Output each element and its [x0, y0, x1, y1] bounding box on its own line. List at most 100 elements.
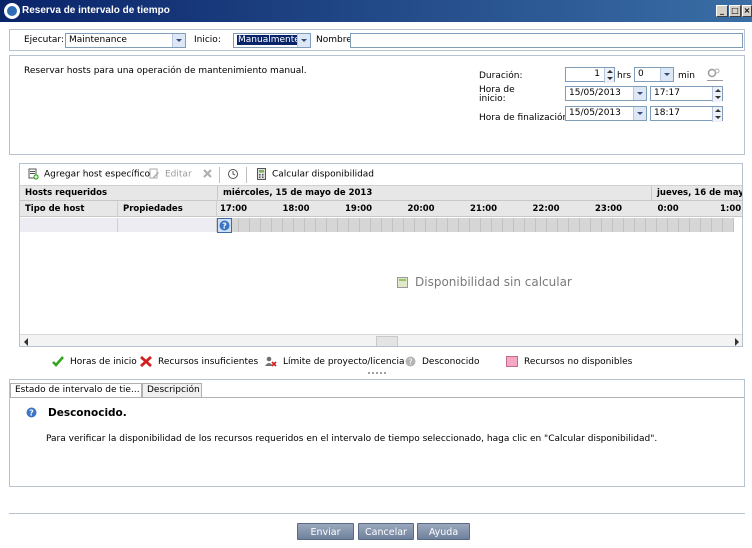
end-time-input[interactable]: 18:17: [650, 106, 723, 122]
time-slot[interactable]: [657, 218, 668, 232]
time-slot[interactable]: [514, 218, 525, 232]
chevron-down-icon[interactable]: [633, 87, 646, 100]
time-slot[interactable]: [547, 218, 558, 232]
chevron-down-icon[interactable]: [660, 68, 673, 81]
host-type-cell[interactable]: [20, 218, 118, 232]
splitter-handle[interactable]: [368, 372, 386, 374]
time-slot[interactable]: [624, 218, 635, 232]
time-slot[interactable]: [239, 218, 250, 232]
hour-header: 18:00: [279, 201, 342, 217]
start-time-input[interactable]: 17:17: [650, 86, 723, 102]
duration-hours-input[interactable]: 1: [565, 67, 615, 83]
time-slot[interactable]: [679, 218, 690, 232]
minimize-button[interactable]: _: [716, 5, 728, 17]
hours-spinner[interactable]: [604, 68, 614, 83]
time-slot[interactable]: [470, 218, 481, 232]
time-slot[interactable]: [415, 218, 426, 232]
time-slot[interactable]: [602, 218, 613, 232]
start-time-spinner[interactable]: [712, 87, 722, 102]
tab-status[interactable]: Estado de intervalo de tie...: [10, 383, 142, 397]
time-slot[interactable]: [283, 218, 294, 232]
properties-cell[interactable]: [118, 218, 217, 232]
time-slot[interactable]: [591, 218, 602, 232]
time-slot[interactable]: [503, 218, 514, 232]
time-slot[interactable]: [349, 218, 360, 232]
time-settings-button[interactable]: [707, 67, 723, 81]
edit-icon: [149, 168, 159, 179]
cancel-button[interactable]: Cancelar: [358, 523, 414, 540]
duration-minutes-select[interactable]: 0: [634, 67, 674, 82]
legend-unavailable-label: Recursos no disponibles: [524, 357, 633, 367]
time-slot[interactable]: [712, 218, 723, 232]
time-slot[interactable]: [404, 218, 415, 232]
delete-button[interactable]: [202, 168, 213, 182]
time-slot[interactable]: [525, 218, 536, 232]
chevron-down-icon[interactable]: [172, 34, 185, 47]
time-slot[interactable]: [272, 218, 283, 232]
refresh-button[interactable]: [227, 168, 239, 182]
close-button[interactable]: ×: [742, 5, 752, 17]
time-slot[interactable]: [437, 218, 448, 232]
status-heading: Desconocido.: [48, 407, 127, 419]
nombre-input[interactable]: [350, 33, 743, 48]
hora-inicio-label-2: inicio:: [479, 94, 506, 104]
tab-divider: [10, 397, 744, 398]
question-icon[interactable]: ?: [217, 218, 232, 233]
calculator-icon: [257, 168, 266, 180]
edit-button[interactable]: Editar: [149, 168, 192, 182]
ejecutar-select[interactable]: Maintenance: [65, 33, 186, 48]
time-slot[interactable]: [382, 218, 393, 232]
horizontal-scrollbar[interactable]: [20, 334, 742, 346]
time-slot[interactable]: [613, 218, 624, 232]
time-slot[interactable]: [536, 218, 547, 232]
cross-icon: [140, 356, 152, 367]
placeholder-text: Disponibilidad sin calcular: [415, 275, 572, 289]
time-slot[interactable]: [316, 218, 327, 232]
time-slot[interactable]: [690, 218, 701, 232]
end-time-spinner[interactable]: [712, 107, 722, 122]
scroll-left-icon[interactable]: [23, 338, 29, 346]
time-slot[interactable]: [569, 218, 580, 232]
time-slot[interactable]: [250, 218, 261, 232]
time-slot[interactable]: [668, 218, 679, 232]
chevron-down-icon[interactable]: [297, 34, 310, 47]
send-button[interactable]: Enviar: [297, 523, 354, 540]
maximize-button[interactable]: □: [729, 5, 741, 17]
time-slot[interactable]: [393, 218, 404, 232]
time-slot[interactable]: [338, 218, 349, 232]
ejecutar-label: Ejecutar:: [24, 35, 64, 45]
time-slot[interactable]: [426, 218, 437, 232]
svg-text:?: ?: [29, 409, 34, 418]
time-slot[interactable]: [459, 218, 470, 232]
time-slot[interactable]: [261, 218, 272, 232]
time-slot[interactable]: [448, 218, 459, 232]
end-date-picker[interactable]: 15/05/2013: [565, 106, 647, 121]
inicio-select[interactable]: Manualmente: [233, 33, 311, 48]
inicio-label: Inicio:: [194, 35, 221, 45]
time-slot[interactable]: [294, 218, 305, 232]
add-host-button[interactable]: Agregar host específico: [28, 168, 150, 182]
time-slot[interactable]: [305, 218, 316, 232]
time-slot[interactable]: [371, 218, 382, 232]
col-tipo-header[interactable]: Tipo de host: [20, 201, 118, 217]
col-props-header[interactable]: Propiedades: [118, 201, 217, 217]
delete-icon: [203, 169, 212, 178]
time-slot[interactable]: [635, 218, 646, 232]
time-slot[interactable]: [646, 218, 657, 232]
time-slot[interactable]: [580, 218, 591, 232]
time-slot[interactable]: [481, 218, 492, 232]
time-slot[interactable]: [492, 218, 503, 232]
calc-availability-button[interactable]: Calcular disponibilidad: [256, 168, 374, 182]
time-slot[interactable]: [701, 218, 712, 232]
start-date-picker[interactable]: 15/05/2013: [565, 86, 647, 101]
scroll-right-icon[interactable]: [734, 338, 740, 346]
nombre-label: Nombre:: [316, 35, 355, 45]
time-slot[interactable]: [327, 218, 338, 232]
scroll-thumb[interactable]: [376, 336, 398, 346]
time-slot[interactable]: [723, 218, 734, 232]
chevron-down-icon[interactable]: [633, 107, 646, 120]
help-button[interactable]: Ayuda: [417, 523, 470, 540]
time-slot[interactable]: [360, 218, 371, 232]
time-slot[interactable]: [558, 218, 569, 232]
tab-description[interactable]: Descripción: [142, 383, 202, 397]
